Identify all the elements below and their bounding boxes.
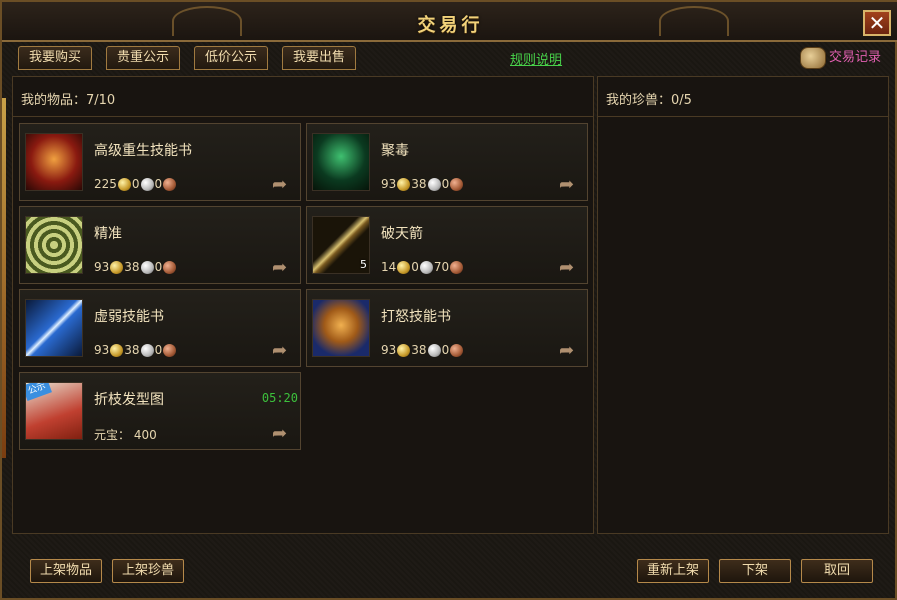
gold-amount: 14 [381,260,397,274]
copper-coin-icon [163,343,177,357]
item-card[interactable]: 公示 折枝发型图 05:20 元宝： 400 ➦ [19,372,301,450]
share-arrow-icon[interactable]: ➦ [559,342,581,360]
item-card[interactable]: 精准 93 38 0 ➦ [19,206,301,284]
item-name: 高级重生技能书 [94,143,192,159]
silver-coin-icon [140,260,154,274]
tab-valuable-notice[interactable]: 贵重公示 [106,46,181,70]
blue-blade-icon [25,299,83,357]
silver-amount: 0 [411,260,419,274]
copper-amount: 70 [433,260,450,274]
item-name: 打怒技能书 [381,309,451,325]
copper-coin-icon [163,260,177,274]
scroll-map-icon: 公示 [25,382,83,440]
countdown-timer: 05:20 [261,391,298,405]
gold-amount: 93 [94,260,110,274]
relist-button[interactable]: 重新上架 [637,559,709,583]
item-card[interactable]: 聚毒 93 38 0 ➦ [306,123,588,201]
my-pets-header: 我的珍兽：0/5 [598,77,888,117]
item-price: 93 38 0 [381,177,464,191]
scroll-icon [799,47,826,69]
copper-amount: 0 [154,260,163,274]
item-price: 225 0 0 [94,177,177,191]
item-card[interactable]: 虚弱技能书 93 38 0 ➦ [19,289,301,367]
tab-sell[interactable]: 我要出售 [282,46,357,70]
rules-link[interactable]: 规则说明 [510,49,562,68]
red-beast-icon [25,133,83,191]
title-bar: 交易行 ✕ [2,2,897,42]
copper-coin-icon [450,177,464,191]
item-name: 虚弱技能书 [94,309,164,325]
item-price: 14 0 70 [381,260,464,274]
left-edge-decoration [2,98,6,458]
silver-amount: 0 [131,177,140,191]
my-items-header: 我的物品：7/10 [13,77,593,117]
trade-record-button[interactable]: 交易记录 [799,46,881,70]
copper-amount: 0 [441,343,450,357]
list-item-button[interactable]: 上架物品 [30,559,102,583]
my-pets-panel: 我的珍兽：0/5 [597,76,889,534]
item-card[interactable]: 5 破天箭 14 0 70 ➦ [306,206,588,284]
share-arrow-icon[interactable]: ➦ [272,176,294,194]
item-name: 聚毒 [381,143,409,159]
gold-amount: 93 [381,343,397,357]
list-pet-button[interactable]: 上架珍兽 [112,559,184,583]
gold-amount: 93 [381,177,397,191]
item-name: 精准 [94,226,122,242]
close-button[interactable]: ✕ [863,10,891,36]
copper-amount: 0 [154,177,163,191]
item-name: 折枝发型图 [94,392,164,408]
item-name: 破天箭 [381,226,423,242]
gold-coin-icon [110,260,124,274]
gold-coin-icon [397,343,411,357]
item-card[interactable]: 高级重生技能书 225 0 0 ➦ [19,123,301,201]
tiger-icon [312,299,370,357]
item-price: 93 38 0 [94,260,177,274]
tab-low-price-notice[interactable]: 低价公示 [194,46,269,70]
share-arrow-icon[interactable]: ➦ [272,425,294,443]
notice-badge: 公示 [26,383,52,401]
share-arrow-icon[interactable]: ➦ [272,259,294,277]
trade-window: 交易行 ✕ 我要购买 贵重公示 低价公示 我要出售 规则说明 交易记录 我的物品… [0,0,897,600]
retrieve-button[interactable]: 取回 [801,559,873,583]
delist-button[interactable]: 下架 [719,559,791,583]
copper-coin-icon [450,260,464,274]
silver-amount: 38 [411,343,427,357]
silver-amount: 38 [124,343,140,357]
target-icon [25,216,83,274]
trade-record-label: 交易记录 [828,50,881,65]
copper-amount: 0 [441,177,450,191]
share-arrow-icon[interactable]: ➦ [559,176,581,194]
gold-amount: 93 [94,343,110,357]
silver-coin-icon [140,343,154,357]
green-warrior-icon [312,133,370,191]
gold-coin-icon [397,260,411,274]
silver-coin-icon [427,177,441,191]
item-price: 93 38 0 [94,343,177,357]
gold-coin-icon [110,343,124,357]
window-title: 交易行 [417,15,484,36]
item-price: 元宝： 400 [94,428,157,442]
tab-buy[interactable]: 我要购买 [18,46,93,70]
gold-amount: 225 [94,177,117,191]
copper-coin-icon [450,343,464,357]
silver-coin-icon [140,177,154,191]
my-items-panel: 我的物品：7/10 高级重生技能书 225 0 0 ➦ 聚毒 93 38 0 ➦ [12,76,594,534]
share-arrow-icon[interactable]: ➦ [272,342,294,360]
arrow-icon: 5 [312,216,370,274]
silver-amount: 38 [411,177,427,191]
silver-amount: 38 [124,260,140,274]
item-quantity: 5 [360,258,367,271]
gold-coin-icon [397,177,411,191]
item-card[interactable]: 打怒技能书 93 38 0 ➦ [306,289,588,367]
silver-coin-icon [427,343,441,357]
gold-coin-icon [117,177,131,191]
copper-coin-icon [163,177,177,191]
copper-amount: 0 [154,343,163,357]
silver-coin-icon [419,260,433,274]
share-arrow-icon[interactable]: ➦ [559,259,581,277]
item-price: 93 38 0 [381,343,464,357]
